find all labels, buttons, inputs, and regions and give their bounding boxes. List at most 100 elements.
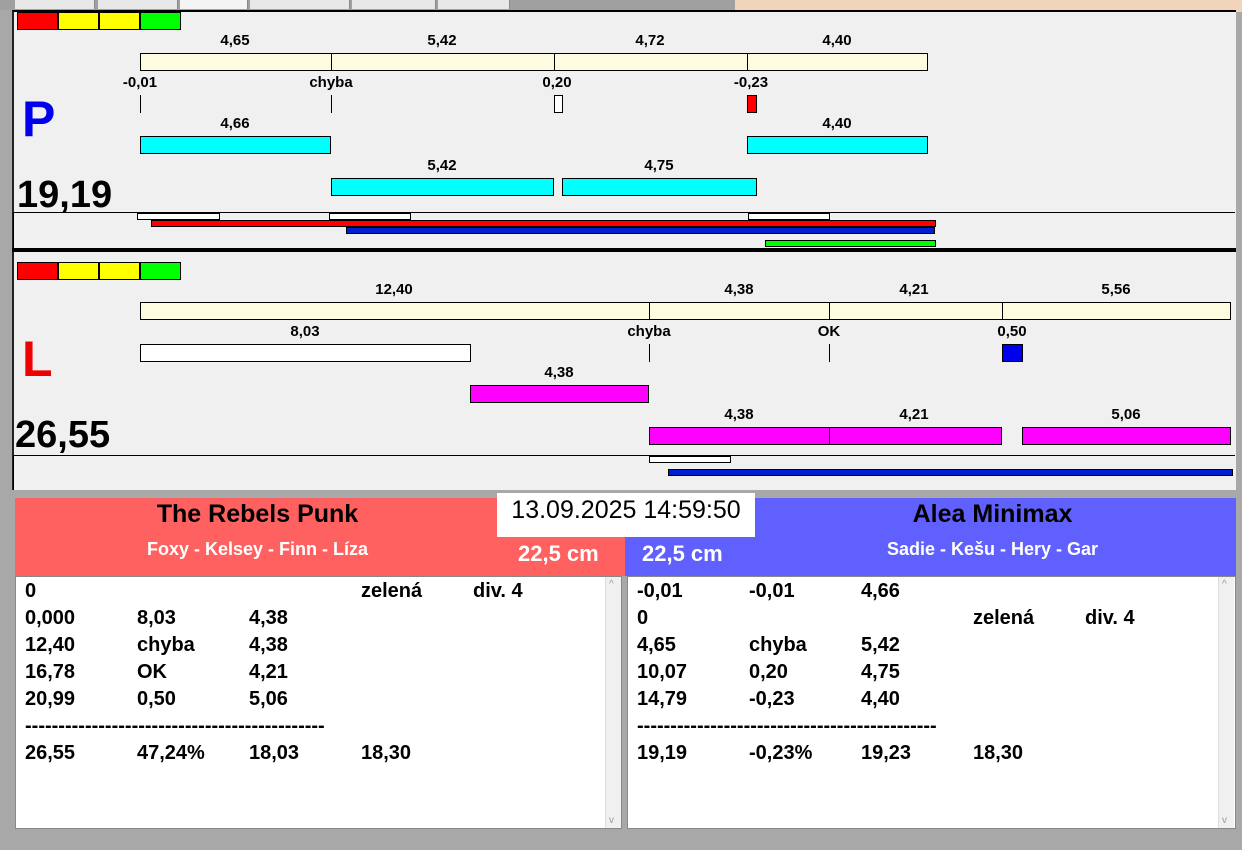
tab[interactable] bbox=[352, 0, 436, 9]
progress-blue bbox=[668, 469, 1233, 476]
segment-label: 4,66 bbox=[220, 115, 250, 132]
result-cell: 4,66 bbox=[861, 580, 900, 602]
result-cell: 18,30 bbox=[973, 742, 1024, 764]
fault-label: OK bbox=[817, 323, 841, 340]
result-cell: 47,24% bbox=[137, 742, 205, 764]
result-cell: 0,000 bbox=[25, 607, 76, 629]
segment-bar bbox=[747, 136, 928, 154]
segment-divider bbox=[829, 302, 830, 320]
tick bbox=[140, 95, 141, 113]
result-cell: -0,01 bbox=[749, 580, 795, 602]
light-green bbox=[140, 12, 181, 30]
segment-divider bbox=[331, 53, 332, 71]
segment-bar bbox=[470, 385, 649, 403]
fault-marker bbox=[554, 95, 563, 113]
tab[interactable] bbox=[98, 0, 178, 9]
segment-bar bbox=[140, 344, 471, 362]
track-total: 19,19 bbox=[17, 174, 113, 216]
result-row: 0 zelená div. 4 bbox=[16, 580, 621, 607]
segment-bar bbox=[140, 136, 331, 154]
marker bbox=[329, 213, 411, 220]
tab[interactable] bbox=[438, 0, 510, 9]
segment-label: 4,21 bbox=[899, 281, 929, 298]
result-row: 0,000 8,03 4,38 bbox=[16, 607, 621, 634]
light-yellow bbox=[99, 12, 140, 30]
marker bbox=[748, 213, 830, 220]
segment-label: 4,72 bbox=[635, 32, 665, 49]
segment-divider bbox=[554, 53, 555, 71]
segment-label: 4,65 bbox=[220, 32, 250, 49]
tab[interactable] bbox=[250, 0, 350, 9]
left-team-members: Foxy - Kelsey - Finn - Líza bbox=[146, 539, 369, 559]
result-cell: chyba bbox=[749, 634, 807, 656]
result-cell: 4,40 bbox=[861, 688, 900, 710]
result-cell: 4,38 bbox=[249, 634, 288, 656]
segment-bar bbox=[829, 427, 1002, 445]
result-row: 19,19 -0,23% 19,23 18,30 bbox=[628, 742, 1235, 769]
track-letter: L bbox=[22, 331, 53, 387]
tick bbox=[331, 95, 332, 113]
tick bbox=[649, 344, 650, 362]
track-total: 26,55 bbox=[15, 414, 111, 456]
left-results-textarea[interactable]: 0 zelená div. 4 0,000 8,03 4,38 12,40 chyba 4,38… bbox=[15, 576, 622, 829]
result-row: 14,79 -0,23 4,40 bbox=[628, 688, 1235, 715]
result-row: ----------------------------------------… bbox=[16, 715, 621, 742]
fault-label: 0,50 bbox=[997, 323, 1027, 340]
result-cell: div. 4 bbox=[1085, 607, 1135, 629]
fault-label: 0,20 bbox=[542, 74, 572, 91]
light-yellow bbox=[58, 262, 99, 280]
fault-label: 8,03 bbox=[290, 323, 320, 340]
segment-label: 4,40 bbox=[822, 115, 852, 132]
segment-label: 5,56 bbox=[1101, 281, 1131, 298]
segment-label: 4,75 bbox=[644, 157, 674, 174]
result-row: 26,55 47,24% 18,03 18,30 bbox=[16, 742, 621, 769]
segment-label: 5,06 bbox=[1111, 406, 1141, 423]
timeline-bar bbox=[140, 53, 928, 71]
progress-red bbox=[151, 220, 936, 227]
segment-label: 5,42 bbox=[427, 32, 457, 49]
tab-active[interactable] bbox=[180, 0, 248, 9]
result-cell: 18,30 bbox=[361, 742, 412, 764]
fault-label: chyba bbox=[309, 74, 353, 91]
result-cell: 10,07 bbox=[637, 661, 688, 683]
left-team-height: 22,5 cm bbox=[518, 541, 599, 566]
tab[interactable] bbox=[15, 0, 95, 9]
result-cell: ----------------------------------------… bbox=[637, 715, 937, 737]
left-team-name: The Rebels Punk bbox=[156, 500, 359, 528]
result-row: 10,07 0,20 4,75 bbox=[628, 661, 1235, 688]
result-cell: 0,20 bbox=[749, 661, 788, 683]
fault-marker-blue bbox=[1002, 344, 1023, 362]
result-cell: -0,01 bbox=[637, 580, 683, 602]
result-cell: 8,03 bbox=[137, 607, 176, 629]
result-cell: zelená bbox=[361, 580, 423, 602]
result-row: 4,65 chyba 5,42 bbox=[628, 634, 1235, 661]
result-cell: 4,21 bbox=[249, 661, 288, 683]
result-cell: 12,40 bbox=[25, 634, 76, 656]
result-cell: div. 4 bbox=[473, 580, 523, 602]
marker bbox=[649, 456, 731, 463]
fault-label: chyba bbox=[627, 323, 671, 340]
fault-label: -0,01 bbox=[122, 74, 158, 91]
scrollbar[interactable]: ^ v bbox=[1218, 577, 1234, 828]
result-cell: 19,23 bbox=[861, 742, 912, 764]
result-cell: ----------------------------------------… bbox=[25, 715, 325, 737]
right-team-name: Alea Minimax bbox=[912, 500, 1073, 528]
segment-label: 4,38 bbox=[544, 364, 574, 381]
segment-bar bbox=[649, 427, 830, 445]
light-red bbox=[17, 262, 58, 280]
light-yellow bbox=[99, 262, 140, 280]
segment-divider bbox=[1002, 302, 1003, 320]
scrollbar[interactable]: ^ v bbox=[605, 577, 621, 828]
result-cell: 19,19 bbox=[637, 742, 688, 764]
result-row: 16,78 OK 4,21 bbox=[16, 661, 621, 688]
segment-label: 4,40 bbox=[822, 32, 852, 49]
fault-label: -0,23 bbox=[733, 74, 769, 91]
result-cell: 5,42 bbox=[861, 634, 900, 656]
result-row: 12,40 chyba 4,38 bbox=[16, 634, 621, 661]
light-red bbox=[17, 12, 58, 30]
datetime: 13.09.2025 14:59:50 bbox=[497, 493, 755, 537]
result-cell: 0 bbox=[25, 580, 37, 602]
result-cell: 16,78 bbox=[25, 661, 76, 683]
right-results-textarea[interactable]: -0,01 -0,01 4,66 0 zelená div. 4 4,65 chyba 5,42… bbox=[627, 576, 1236, 829]
segment-label: 4,38 bbox=[724, 281, 754, 298]
